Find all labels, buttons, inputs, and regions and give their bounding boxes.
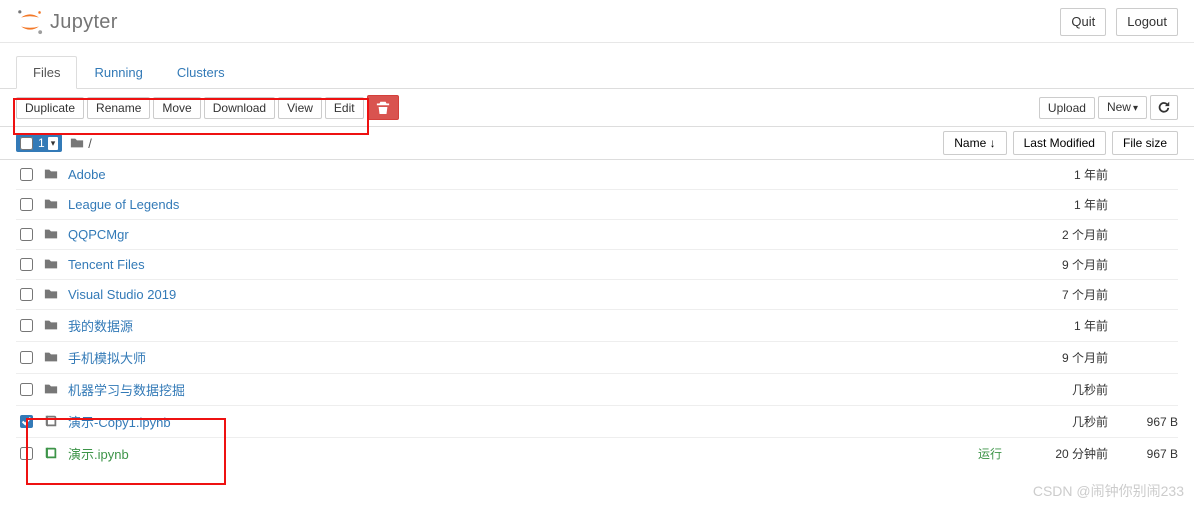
- upload-button[interactable]: Upload: [1039, 97, 1095, 119]
- file-row: QQPCMgr2 个月前: [16, 220, 1178, 250]
- item-name-link[interactable]: League of Legends: [68, 197, 1008, 212]
- file-row: 演示.ipynb运行 20 分钟前967 B: [16, 438, 1178, 469]
- sort-size-button[interactable]: File size: [1112, 131, 1178, 155]
- jupyter-logo-icon: [16, 8, 44, 36]
- file-row: 演示-Copy1.ipynb几秒前967 B: [16, 406, 1178, 438]
- item-modified: 1 年前: [1008, 317, 1108, 334]
- item-size: 967 B: [1108, 415, 1178, 429]
- row-checkbox[interactable]: [20, 415, 33, 428]
- item-name-link[interactable]: 演示.ipynb: [68, 444, 978, 463]
- item-modified: 几秒前: [1008, 413, 1108, 430]
- file-row: Tencent Files9 个月前: [16, 250, 1178, 280]
- action-toolbar: Duplicate Rename Move Download View Edit…: [0, 89, 1194, 126]
- breadcrumb[interactable]: /: [70, 136, 92, 151]
- breadcrumb-root: /: [88, 136, 92, 151]
- item-name-link[interactable]: 机器学习与数据挖掘: [68, 380, 1008, 399]
- jupyter-logo[interactable]: Jupyter: [16, 8, 118, 36]
- row-checkbox[interactable]: [20, 447, 33, 460]
- file-list-header: 1 ▾ / Name ↓ Last Modified File size: [0, 126, 1194, 160]
- item-modified: 9 个月前: [1008, 256, 1108, 273]
- item-name-link[interactable]: 我的数据源: [68, 316, 1008, 335]
- item-size: 967 B: [1108, 447, 1178, 461]
- notebook-icon: [44, 414, 62, 429]
- download-button[interactable]: Download: [204, 97, 275, 119]
- file-row: 手机模拟大师9 个月前: [16, 342, 1178, 374]
- rename-button[interactable]: Rename: [87, 97, 150, 119]
- file-row: 机器学习与数据挖掘几秒前: [16, 374, 1178, 406]
- item-modified: 20 分钟前: [1008, 445, 1108, 462]
- item-modified: 9 个月前: [1008, 349, 1108, 366]
- folder-icon: [44, 318, 62, 333]
- move-button[interactable]: Move: [153, 97, 200, 119]
- tab-running[interactable]: Running: [77, 56, 159, 89]
- refresh-button[interactable]: [1150, 95, 1178, 120]
- watermark: CSDN @闹钟你别闹233: [1033, 481, 1184, 501]
- row-checkbox[interactable]: [20, 383, 33, 396]
- item-modified: 几秒前: [1008, 381, 1108, 398]
- view-button[interactable]: View: [278, 97, 322, 119]
- folder-icon: [70, 136, 84, 150]
- selected-count: 1: [38, 136, 45, 150]
- nav-tabs: Files Running Clusters: [0, 55, 1194, 89]
- row-checkbox[interactable]: [20, 288, 33, 301]
- row-checkbox[interactable]: [20, 319, 33, 332]
- file-list: Adobe1 年前League of Legends1 年前QQPCMgr2 个…: [0, 160, 1194, 469]
- item-modified: 2 个月前: [1008, 226, 1108, 243]
- row-checkbox[interactable]: [20, 168, 33, 181]
- folder-icon: [44, 350, 62, 365]
- sort-modified-button[interactable]: Last Modified: [1013, 131, 1106, 155]
- item-name-link[interactable]: Tencent Files: [68, 257, 1008, 272]
- item-modified: 1 年前: [1008, 166, 1108, 183]
- file-row: 我的数据源1 年前: [16, 310, 1178, 342]
- folder-icon: [44, 197, 62, 212]
- chevron-down-icon: ▾: [48, 137, 59, 150]
- select-all-dropdown[interactable]: 1 ▾: [16, 134, 62, 152]
- item-name-link[interactable]: 手机模拟大师: [68, 348, 1008, 367]
- page-header: Jupyter Quit Logout: [0, 0, 1194, 43]
- folder-icon: [44, 167, 62, 182]
- edit-button[interactable]: Edit: [325, 97, 364, 119]
- refresh-icon: [1157, 100, 1171, 114]
- new-button[interactable]: New: [1098, 96, 1147, 119]
- jupyter-logo-text: Jupyter: [50, 11, 118, 34]
- folder-icon: [44, 382, 62, 397]
- item-name-link[interactable]: Visual Studio 2019: [68, 287, 1008, 302]
- file-row: Adobe1 年前: [16, 160, 1178, 190]
- quit-button[interactable]: Quit: [1060, 8, 1106, 36]
- notebook-icon: [44, 446, 62, 461]
- trash-icon: [376, 100, 390, 114]
- select-all-checkbox[interactable]: [20, 137, 33, 150]
- row-checkbox[interactable]: [20, 351, 33, 364]
- row-checkbox[interactable]: [20, 198, 33, 211]
- item-name-link[interactable]: 演示-Copy1.ipynb: [68, 412, 1008, 431]
- running-status: 运行: [978, 445, 1002, 462]
- folder-icon: [44, 227, 62, 242]
- arrow-down-icon: ↓: [990, 136, 996, 150]
- item-modified: 7 个月前: [1008, 286, 1108, 303]
- delete-button[interactable]: [367, 95, 399, 120]
- item-modified: 1 年前: [1008, 196, 1108, 213]
- duplicate-button[interactable]: Duplicate: [16, 97, 84, 119]
- folder-icon: [44, 287, 62, 302]
- file-row: Visual Studio 20197 个月前: [16, 280, 1178, 310]
- row-checkbox[interactable]: [20, 258, 33, 271]
- logout-button[interactable]: Logout: [1116, 8, 1178, 36]
- tab-files[interactable]: Files: [16, 56, 77, 89]
- row-checkbox[interactable]: [20, 228, 33, 241]
- item-name-link[interactable]: QQPCMgr: [68, 227, 1008, 242]
- file-row: League of Legends1 年前: [16, 190, 1178, 220]
- sort-name-button[interactable]: Name ↓: [943, 131, 1006, 155]
- item-name-link[interactable]: Adobe: [68, 167, 1008, 182]
- tab-clusters[interactable]: Clusters: [160, 56, 242, 89]
- folder-icon: [44, 257, 62, 272]
